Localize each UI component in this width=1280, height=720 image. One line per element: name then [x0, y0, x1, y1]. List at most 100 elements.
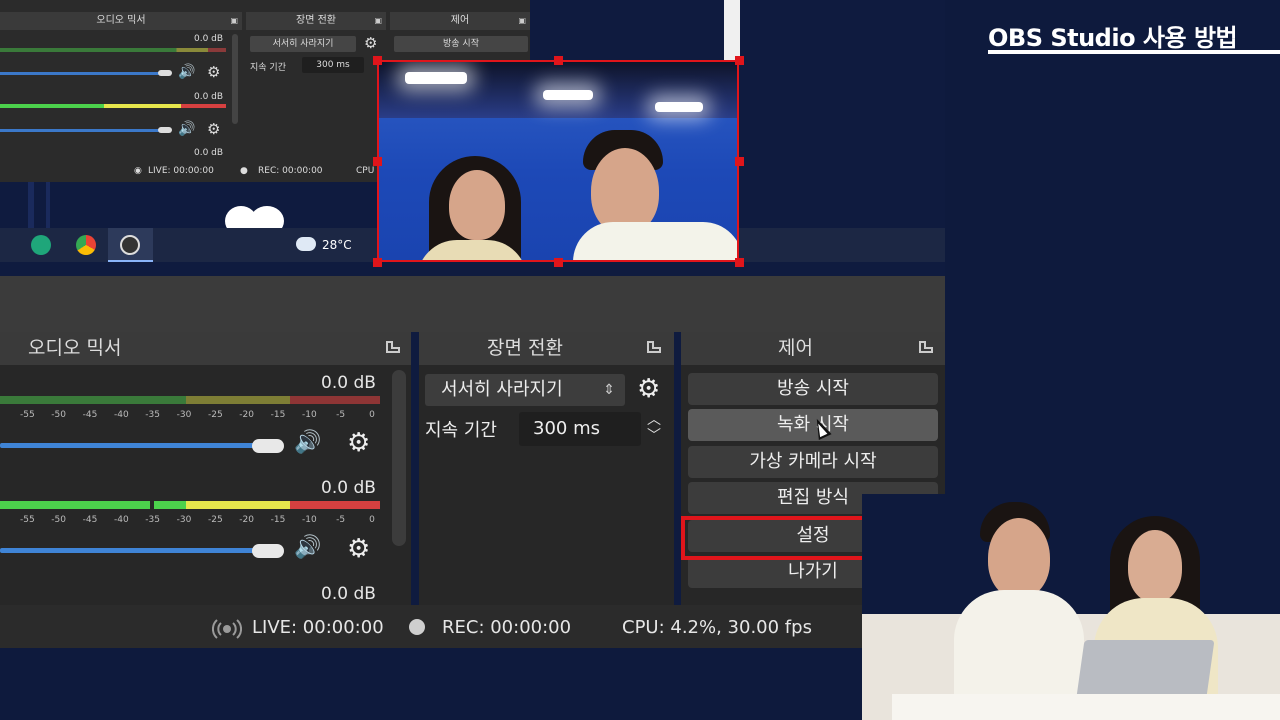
gear-icon[interactable]: ⚙	[637, 376, 660, 402]
popout-icon[interactable]	[647, 341, 661, 353]
obs-icon[interactable]	[120, 235, 140, 255]
mini-volume-knob-2[interactable]	[158, 127, 172, 133]
resize-handle[interactable]	[735, 258, 744, 267]
weather-temp: 28°C	[322, 238, 352, 252]
duration-input[interactable]: 300 ms	[519, 412, 641, 446]
meter-tick-label: -5	[336, 515, 346, 525]
rec-time: REC: 00:00:00	[442, 617, 572, 638]
popout-icon[interactable]: ▣	[374, 12, 382, 30]
gear-icon[interactable]: ⚙	[207, 120, 220, 138]
desk	[892, 694, 1280, 720]
cpu-stats: CPU: 4.2%, 30.00 fps	[622, 617, 812, 638]
meter-tick-label: -55	[19, 410, 35, 420]
speaker-icon[interactable]: 🔊	[294, 535, 321, 560]
source-selection-frame[interactable]	[377, 60, 739, 262]
mini-duration-label: 지속 기간	[250, 63, 286, 73]
resize-handle[interactable]	[373, 56, 382, 65]
channel-3-db: 0.0 dB	[321, 584, 376, 604]
mini-volume-1[interactable]	[0, 72, 160, 75]
mini-meter-2	[0, 104, 226, 108]
chevron-down-icon[interactable]: ﹀	[642, 428, 666, 444]
presenters-overlay	[862, 494, 1280, 720]
meter-tick-label: 0	[369, 410, 375, 420]
mini-volume-2[interactable]	[0, 129, 160, 132]
gear-icon[interactable]: ⚙	[364, 34, 377, 52]
resize-handle[interactable]	[373, 258, 382, 267]
mini-stream-button[interactable]: 방송 시작	[394, 36, 528, 52]
scene-transition-title: 장면 전환	[419, 332, 674, 365]
mini-db-2: 0.0 dB	[194, 92, 224, 102]
status-bar: LIVE: 00:00:00 REC: 00:00:00 CPU: 4.2%, …	[0, 605, 945, 648]
channel-2-volume-slider[interactable]	[0, 548, 258, 553]
search-app-icon[interactable]	[31, 235, 51, 255]
video-title: OBS Studio 사용 방법	[988, 24, 1238, 52]
popout-icon[interactable]	[919, 341, 933, 353]
channel-1-volume-knob[interactable]	[252, 439, 284, 453]
channel-1-ticks: -55 -50 -45 -40 -35 -30 -25 -20 -15 -10 -5 0	[0, 410, 380, 424]
audio-mixer-scrollbar[interactable]	[392, 370, 406, 546]
mini-controls-title: 제어 ▣	[390, 12, 530, 30]
transition-select[interactable]: 서서히 사라지기 ⇕	[425, 374, 625, 406]
resize-handle[interactable]	[554, 258, 563, 267]
meter-tick-label: -15	[270, 410, 286, 420]
meter-tick-label: -20	[239, 515, 255, 525]
chevron-updown-icon: ⇕	[603, 382, 615, 398]
wallpaper-stripe	[46, 182, 50, 228]
title-underline	[988, 50, 1280, 54]
start-virtual-camera-button[interactable]: 가상 카메라 시작	[688, 446, 938, 478]
person-face	[988, 518, 1050, 598]
meter-tick-label: -10	[301, 410, 317, 420]
controls-title: 제어	[681, 332, 945, 365]
mini-rec: REC: 00:00:00	[258, 166, 323, 176]
gear-icon[interactable]: ⚙	[347, 430, 370, 456]
speaker-icon[interactable]: 🔊	[178, 121, 195, 137]
mini-live: LIVE: 00:00:00	[148, 166, 214, 176]
record-icon: ●	[240, 166, 248, 176]
chevron-up-icon[interactable]: ︿	[642, 412, 666, 428]
mini-transition-combo[interactable]: 서서히 사라지기	[250, 36, 356, 52]
white-strip	[724, 0, 740, 60]
meter-tick-label: 0	[369, 515, 375, 525]
start-streaming-button[interactable]: 방송 시작	[688, 373, 938, 405]
meter-tick-label: -45	[82, 515, 98, 525]
resize-handle[interactable]	[735, 56, 744, 65]
screen-capture: 오디오 믹서 ▣ 장면 전환 ▣ 제어 ▣ 0.0 dB 🔊 ⚙ 0.0 dB 🔊 ⚙…	[0, 0, 945, 648]
meter-tick-label: -30	[176, 410, 192, 420]
meter-tick-label: -25	[207, 515, 223, 525]
mini-transition-title-text: 장면 전환	[296, 15, 336, 26]
meter-tick-label: -20	[239, 410, 255, 420]
duration-spinner[interactable]: ︿ ﹀	[642, 412, 666, 446]
mini-duration-input[interactable]: 300 ms	[302, 57, 364, 73]
channel-1-volume-slider[interactable]	[0, 443, 258, 448]
popout-icon[interactable]: ▣	[230, 12, 238, 30]
meter-tick-label: -5	[336, 410, 346, 420]
resize-handle[interactable]	[554, 56, 563, 65]
meter-tick-label: -10	[301, 515, 317, 525]
popout-icon[interactable]: ▣	[518, 12, 526, 30]
meter-tick-label: -45	[82, 410, 98, 420]
channel-2-ticks: -55 -50 -45 -40 -35 -30 -25 -20 -15 -10 -5 0	[0, 515, 380, 529]
resize-handle[interactable]	[373, 157, 382, 166]
mini-scrollbar[interactable]	[232, 34, 238, 124]
broadcast-icon	[212, 619, 242, 639]
transition-select-value: 서서히 사라지기	[441, 379, 563, 400]
gear-icon[interactable]: ⚙	[207, 63, 220, 81]
mini-audio-title-text: 오디오 믹서	[96, 15, 146, 26]
duration-label: 지속 기간	[425, 420, 497, 441]
meter-tick-label: -15	[270, 515, 286, 525]
speaker-icon[interactable]: 🔊	[294, 430, 321, 455]
meter-tick-label: -50	[51, 515, 67, 525]
meter-tick-label: -40	[113, 515, 129, 525]
resize-handle[interactable]	[735, 157, 744, 166]
mini-cpu: CPU	[356, 166, 375, 176]
popout-icon[interactable]	[386, 341, 400, 353]
mini-volume-knob-1[interactable]	[158, 70, 172, 76]
speaker-icon[interactable]: 🔊	[178, 64, 195, 80]
wallpaper-stripe	[28, 182, 34, 228]
scene-transition-dock: 장면 전환	[419, 332, 674, 605]
audio-mixer-title: 오디오 믹서	[0, 332, 411, 365]
gear-icon[interactable]: ⚙	[347, 536, 370, 562]
channel-2-volume-knob[interactable]	[252, 544, 284, 558]
controls-title-text: 제어	[778, 337, 813, 359]
chrome-icon[interactable]	[76, 235, 96, 255]
